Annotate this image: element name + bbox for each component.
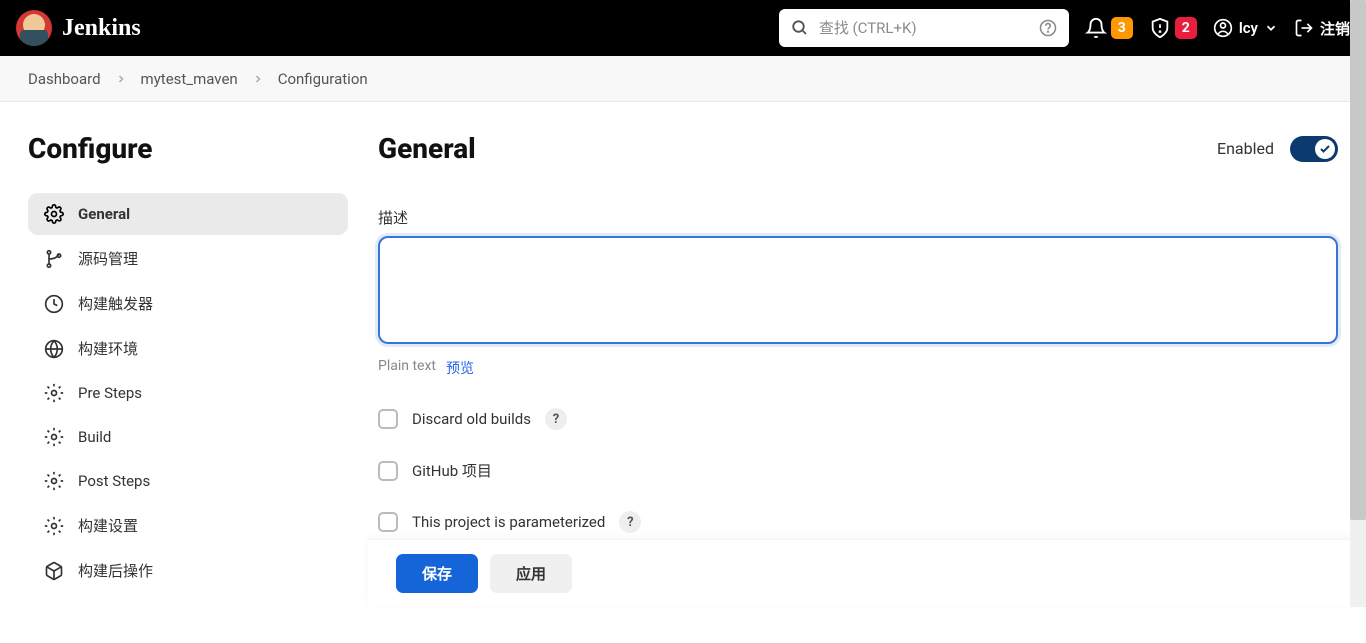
sidebar-item-triggers[interactable]: 构建触发器 bbox=[28, 282, 348, 325]
breadcrumb-config[interactable]: Configuration bbox=[278, 70, 368, 88]
help-icon[interactable]: ? bbox=[619, 511, 641, 533]
gear-icon bbox=[44, 204, 64, 224]
description-label: 描述 bbox=[378, 207, 1338, 228]
user-menu[interactable]: lcy bbox=[1213, 18, 1278, 38]
sidebar-item-label: Pre Steps bbox=[78, 384, 142, 402]
scrollbar-thumb[interactable] bbox=[1350, 0, 1366, 520]
checkbox-row-discard: Discard old builds ? bbox=[378, 408, 1338, 430]
checkbox-row-parameterized: This project is parameterized ? bbox=[378, 511, 1338, 533]
description-hint: Plain text 预览 bbox=[378, 358, 1338, 378]
logo-section[interactable]: Jenkins bbox=[16, 10, 141, 46]
sidebar-item-env[interactable]: 构建环境 bbox=[28, 327, 348, 370]
chevron-down-icon bbox=[1264, 21, 1278, 35]
breadcrumb-project[interactable]: mytest_maven bbox=[141, 70, 238, 88]
sidebar-item-label: 构建后操作 bbox=[78, 560, 153, 581]
sidebar-item-postbuild[interactable]: 构建后操作 bbox=[28, 549, 348, 592]
notifications[interactable]: 3 bbox=[1085, 17, 1133, 39]
header-right: 3 2 lcy 注销 bbox=[779, 9, 1350, 47]
chevron-right-icon bbox=[115, 73, 127, 85]
description-textarea[interactable] bbox=[378, 236, 1338, 344]
enabled-label: Enabled bbox=[1217, 139, 1274, 158]
enabled-toggle[interactable] bbox=[1290, 136, 1338, 162]
search-icon bbox=[791, 19, 809, 37]
sidebar-item-settings[interactable]: 构建设置 bbox=[28, 504, 348, 547]
chevron-right-icon bbox=[252, 73, 264, 85]
gear-icon bbox=[44, 383, 64, 403]
enabled-section: Enabled bbox=[1217, 136, 1338, 162]
sidebar-item-scm[interactable]: 源码管理 bbox=[28, 237, 348, 280]
content-header: General Enabled bbox=[378, 132, 1338, 165]
logout-text: 注销 bbox=[1320, 18, 1350, 39]
gear-icon bbox=[44, 471, 64, 491]
username: lcy bbox=[1239, 19, 1258, 37]
logo-text: Jenkins bbox=[62, 15, 141, 42]
sidebar-item-presteps[interactable]: Pre Steps bbox=[28, 372, 348, 414]
search-box[interactable] bbox=[779, 9, 1069, 47]
scrollbar[interactable] bbox=[1350, 0, 1366, 607]
discard-old-builds-checkbox[interactable] bbox=[378, 409, 398, 429]
apply-button[interactable]: 应用 bbox=[490, 554, 572, 593]
help-circle-icon[interactable] bbox=[1039, 19, 1057, 37]
package-icon bbox=[44, 561, 64, 581]
sidebar-item-label: 构建触发器 bbox=[78, 293, 153, 314]
globe-icon bbox=[44, 339, 64, 359]
notification-badge: 3 bbox=[1111, 17, 1133, 39]
checkbox-row-github: GitHub 项目 bbox=[378, 460, 1338, 481]
logout-icon bbox=[1294, 18, 1314, 38]
sidebar-item-build[interactable]: Build bbox=[28, 416, 348, 458]
clock-icon bbox=[44, 294, 64, 314]
parameterized-checkbox[interactable] bbox=[378, 512, 398, 532]
bottom-bar: 保存 应用 bbox=[368, 539, 1366, 607]
logout-link[interactable]: 注销 bbox=[1294, 18, 1350, 39]
header: Jenkins 3 2 lcy 注销 bbox=[0, 0, 1366, 56]
checkbox-label: GitHub 项目 bbox=[412, 460, 492, 481]
shield-icon bbox=[1149, 17, 1171, 39]
checkbox-label: Discard old builds bbox=[412, 410, 531, 428]
sidebar-item-general[interactable]: General bbox=[28, 193, 348, 235]
checkbox-label: This project is parameterized bbox=[412, 513, 605, 531]
security[interactable]: 2 bbox=[1149, 17, 1197, 39]
user-icon bbox=[1213, 18, 1233, 38]
branch-icon bbox=[44, 249, 64, 269]
sidebar-item-label: Build bbox=[78, 428, 111, 446]
plain-text-label: Plain text bbox=[378, 358, 436, 378]
search-input[interactable] bbox=[819, 19, 1029, 37]
toggle-knob bbox=[1315, 139, 1335, 159]
breadcrumbs: Dashboard mytest_maven Configuration bbox=[0, 56, 1366, 102]
sidebar-item-label: 源码管理 bbox=[78, 248, 138, 269]
sidebar-item-label: 构建环境 bbox=[78, 338, 138, 359]
preview-link[interactable]: 预览 bbox=[446, 358, 474, 378]
sidebar-item-poststeps[interactable]: Post Steps bbox=[28, 460, 348, 502]
security-badge: 2 bbox=[1175, 17, 1197, 39]
save-button[interactable]: 保存 bbox=[396, 554, 478, 593]
breadcrumb-dashboard[interactable]: Dashboard bbox=[28, 70, 101, 88]
content-title: General bbox=[378, 132, 476, 165]
github-project-checkbox[interactable] bbox=[378, 461, 398, 481]
gear-icon bbox=[44, 427, 64, 447]
sidebar-item-label: Post Steps bbox=[78, 472, 150, 490]
help-icon[interactable]: ? bbox=[545, 408, 567, 430]
jenkins-logo-icon bbox=[16, 10, 52, 46]
sidebar: Configure General 源码管理 构建触发器 构建环境 Pre St… bbox=[28, 132, 348, 643]
gear-icon bbox=[44, 516, 64, 536]
bell-icon bbox=[1085, 17, 1107, 39]
sidebar-item-label: 构建设置 bbox=[78, 515, 138, 536]
sidebar-item-label: General bbox=[78, 205, 130, 223]
check-icon bbox=[1319, 143, 1331, 155]
sidebar-title: Configure bbox=[28, 132, 348, 165]
